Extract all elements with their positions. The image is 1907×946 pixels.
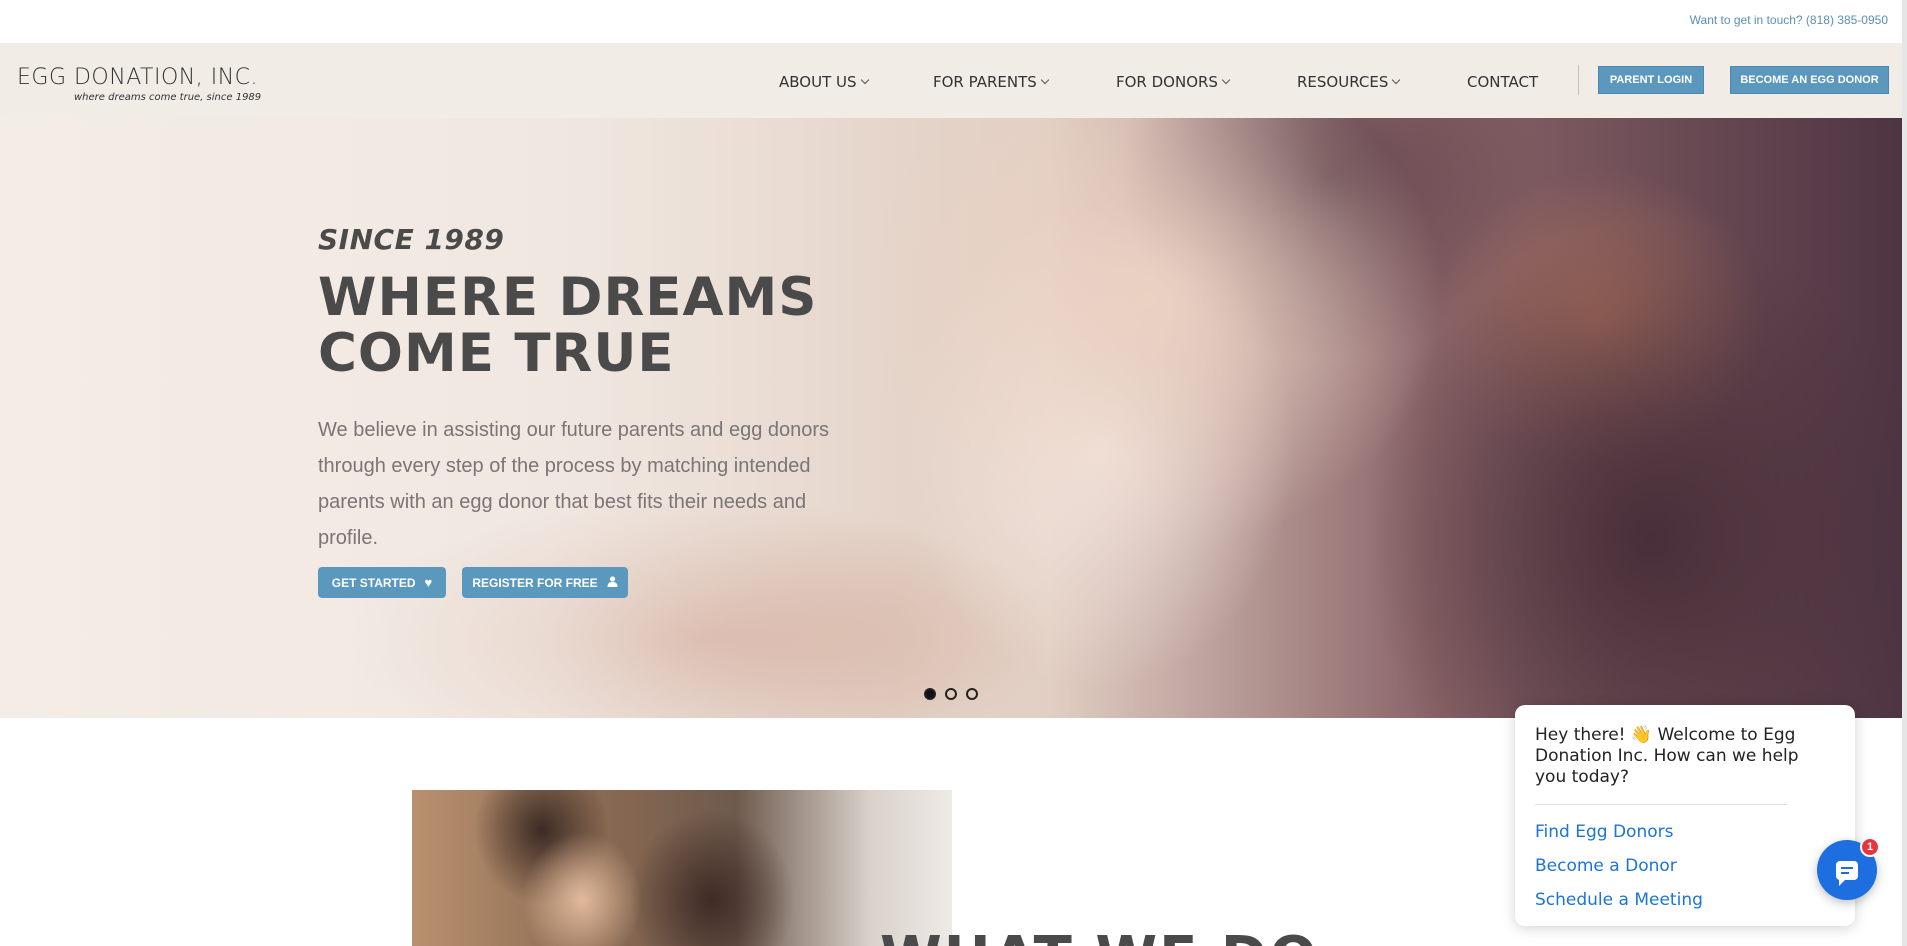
nav-item-label: FOR DONORS <box>1116 73 1218 91</box>
button-label: GET STARTED <box>331 575 416 590</box>
page: Want to get in touch? (818) 385-0950 EGG… <box>0 0 1907 946</box>
chat-option-find-egg-donors[interactable]: Find Egg Donors <box>1535 822 1673 842</box>
become-egg-donor-button[interactable]: BECOME AN EGG DONOR <box>1730 66 1889 94</box>
hero-description: We believe in assisting our future paren… <box>318 419 830 549</box>
nav-item-for-donors[interactable]: FOR DONORS <box>1116 73 1231 91</box>
carousel-dot-1[interactable] <box>924 688 936 700</box>
page-scrollbar[interactable] <box>1902 0 1907 946</box>
chat-greeting-message: Hey there! 👋 Welcome to Egg Donation Inc… <box>1535 725 1799 787</box>
nav-divider <box>1578 65 1579 95</box>
carousel-pagination <box>924 688 978 700</box>
chat-bubble-icon <box>1836 860 1858 886</box>
hero-title-line: COME TRUE <box>318 323 675 384</box>
nav-item-contact[interactable]: CONTACT <box>1467 73 1538 91</box>
chevron-down-icon <box>860 75 869 85</box>
heart-icon: ♥ <box>424 575 433 590</box>
get-started-button[interactable]: GET STARTED ♥ <box>318 567 446 598</box>
nav-item-label: CONTACT <box>1467 73 1539 91</box>
hero-carousel: SINCE 1989 WHERE DREAMS COME TRUE We bel… <box>0 118 1907 718</box>
chat-option-become-a-donor[interactable]: Become a Donor <box>1535 856 1677 876</box>
nav-item-label: RESOURCES <box>1297 73 1389 91</box>
hero-title: WHERE DREAMS COME TRUE <box>318 270 858 382</box>
logo-tagline: where dreams come true, since 1989 <box>74 92 262 103</box>
main-navigation: EGG DONATION, INC. where dreams come tru… <box>0 43 1907 118</box>
what-we-do-image <box>412 790 952 946</box>
nav-item-label: FOR PARENTS <box>933 73 1037 91</box>
carousel-dot-2[interactable] <box>945 688 957 700</box>
chat-welcome-popup: Hey there! 👋 Welcome to Egg Donation Inc… <box>1515 705 1855 926</box>
chevron-down-icon <box>1221 75 1231 85</box>
site-logo[interactable]: EGG DONATION, INC. where dreams come tru… <box>17 65 261 103</box>
chevron-down-icon <box>1040 75 1050 85</box>
carousel-dot-3[interactable] <box>966 688 978 700</box>
nav-item-about-us[interactable]: ABOUT US <box>779 73 869 91</box>
chat-option-schedule-meeting[interactable]: Schedule a Meeting <box>1535 890 1703 910</box>
parent-login-button[interactable]: PARENT LOGIN <box>1598 66 1704 94</box>
register-for-free-button[interactable]: REGISTER FOR FREE <box>462 567 628 598</box>
logo-wordmark: EGG DONATION, INC. <box>17 65 259 90</box>
hero-content: SINCE 1989 WHERE DREAMS COME TRUE We bel… <box>318 223 858 556</box>
chat-unread-badge: 1 <box>1860 837 1880 857</box>
hero-eyebrow: SINCE 1989 <box>318 223 505 256</box>
chat-divider <box>1535 804 1787 805</box>
top-bar: Want to get in touch? (818) 385-0950 <box>0 0 1907 43</box>
what-we-do-heading: WHAT WE DO <box>880 930 1319 946</box>
nav-item-for-parents[interactable]: FOR PARENTS <box>933 73 1050 91</box>
nav-item-label: ABOUT US <box>779 73 857 91</box>
nav-item-resources[interactable]: RESOURCES <box>1297 73 1401 91</box>
button-label: REGISTER FOR FREE <box>472 575 598 590</box>
hero-title-line: WHERE DREAMS <box>318 267 818 328</box>
user-icon <box>607 576 618 589</box>
contact-phone-link[interactable]: Want to get in touch? (818) 385-0950 <box>1690 13 1888 27</box>
chevron-down-icon <box>1392 75 1401 85</box>
